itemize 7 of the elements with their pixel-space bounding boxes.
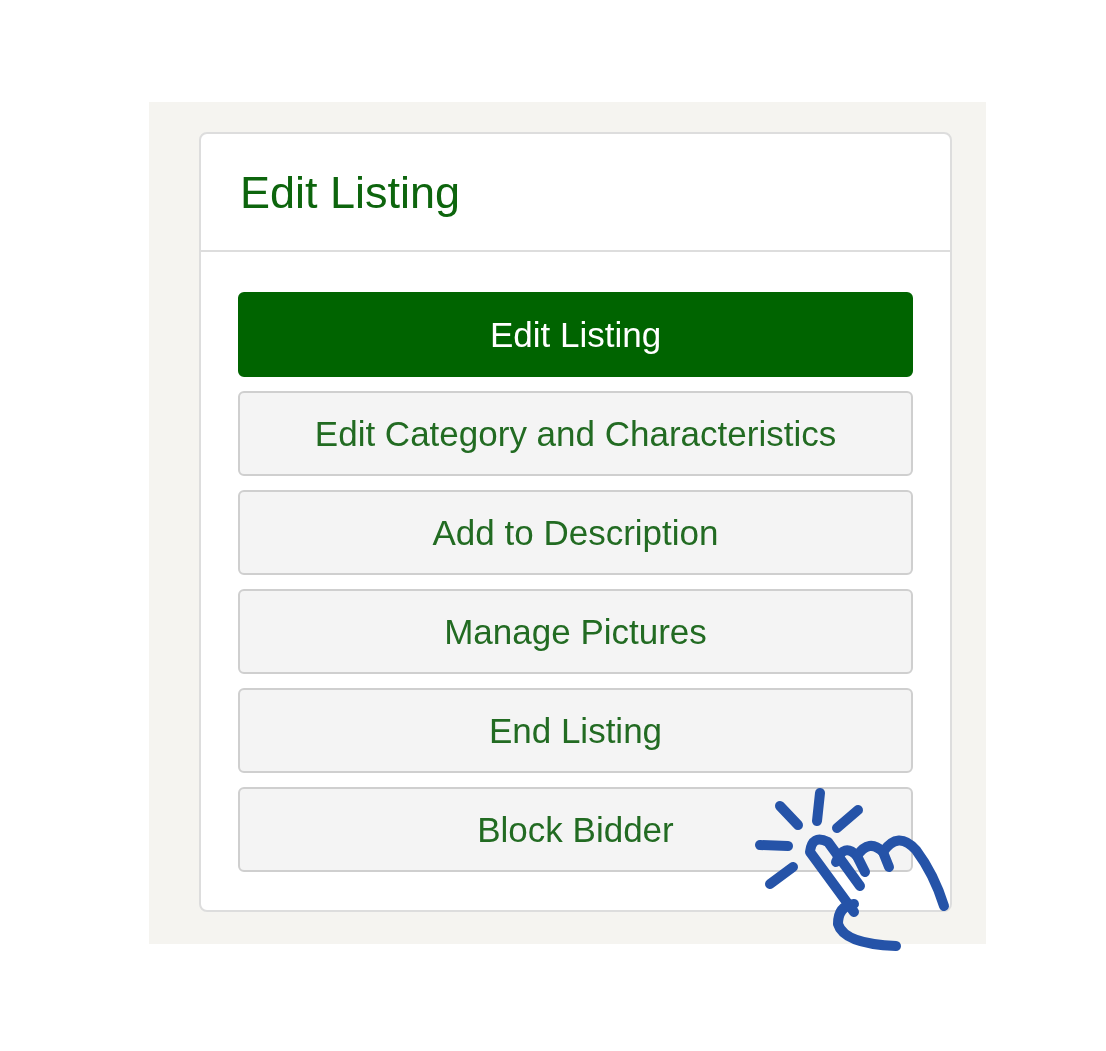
menu-button[interactable]: End Listing [238, 688, 913, 773]
menu-button[interactable]: Block Bidder [238, 787, 913, 872]
menu-button[interactable]: Edit Listing [238, 292, 913, 377]
menu-button[interactable]: Manage Pictures [238, 589, 913, 674]
card-title: Edit Listing [240, 169, 461, 215]
menu-button[interactable]: Add to Description [238, 490, 913, 575]
menu-button[interactable]: Edit Category and Characteristics [238, 391, 913, 476]
